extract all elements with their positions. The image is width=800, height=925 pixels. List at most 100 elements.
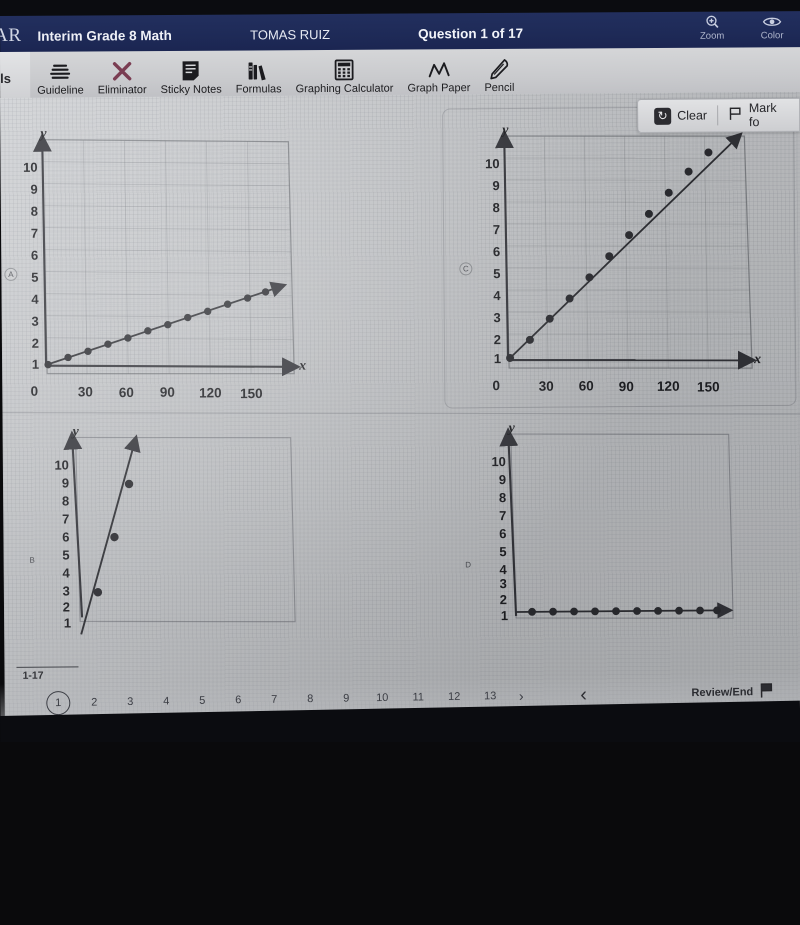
svg-text:3: 3: [31, 314, 38, 329]
pager-page-1[interactable]: 1: [46, 690, 71, 716]
answer-radio-a[interactable]: A: [4, 267, 18, 281]
svg-text:6: 6: [493, 244, 500, 259]
tools-tab[interactable]: ols: [0, 51, 31, 100]
pager-page-7[interactable]: 7: [256, 693, 292, 706]
svg-text:0: 0: [30, 384, 38, 399]
test-app-screenshot: AR Interim Grade 8 Math TOMAS RUIZ Quest…: [0, 0, 800, 925]
svg-text:120: 120: [657, 379, 680, 394]
review-end-label: Review/End: [691, 686, 754, 700]
svg-text:60: 60: [119, 385, 134, 400]
zigzag-icon: [427, 56, 451, 80]
pager-next-button[interactable]: ›: [508, 688, 534, 704]
svg-text:90: 90: [619, 379, 634, 394]
svg-text:10: 10: [23, 160, 38, 175]
question-work-area: ↻ Clear Mark fo A 10 9 8 7 6 5 4 3 2 1 0…: [0, 91, 800, 720]
pager-back-button[interactable]: ‹: [580, 683, 587, 706]
svg-text:1: 1: [64, 615, 71, 630]
color-tool-button[interactable]: Color: [750, 12, 794, 41]
pager-page-6[interactable]: 6: [220, 694, 256, 707]
svg-text:8: 8: [499, 490, 506, 505]
answer-option-a[interactable]: A 10 9 8 7 6 5 4 3 2 1 0 30 60 90 120 15…: [0, 117, 432, 416]
calculator-icon: [334, 57, 354, 81]
svg-text:4: 4: [493, 288, 501, 303]
answer-radio-d[interactable]: D: [462, 558, 475, 571]
pager-page-12[interactable]: 12: [436, 691, 472, 704]
toolbar-item-eliminator[interactable]: Eliminator: [90, 51, 153, 99]
svg-text:y: y: [507, 422, 516, 436]
graph-a: 10 9 8 7 6 5 4 3 2 1 0 30 60 90 120 150 x y: [20, 124, 312, 406]
answer-radio-c[interactable]: C: [459, 262, 473, 276]
svg-text:5: 5: [62, 547, 69, 562]
svg-text:3: 3: [493, 310, 500, 325]
svg-text:150: 150: [240, 386, 263, 401]
svg-text:30: 30: [78, 384, 93, 399]
pager-page-8[interactable]: 8: [292, 693, 328, 706]
svg-text:6: 6: [31, 248, 38, 263]
svg-text:5: 5: [499, 544, 506, 559]
toolbar-item-pencil[interactable]: Pencil: [477, 49, 521, 97]
pager-page-9[interactable]: 9: [328, 692, 364, 705]
svg-text:x: x: [298, 359, 306, 374]
svg-text:2: 2: [500, 592, 507, 607]
toolbar-label-sticky-notes: Sticky Notes: [160, 83, 222, 97]
flag-icon: [759, 682, 774, 702]
svg-text:4: 4: [62, 565, 70, 580]
toolbar-item-guideline[interactable]: Guideline: [30, 51, 91, 99]
svg-text:3: 3: [500, 576, 507, 591]
svg-text:2: 2: [63, 599, 70, 614]
answer-action-bar: ↻ Clear Mark fo: [637, 97, 800, 133]
answer-radio-b[interactable]: B: [26, 554, 39, 567]
svg-text:5: 5: [31, 270, 38, 285]
color-tool-label: Color: [760, 30, 784, 42]
svg-text:1: 1: [494, 351, 501, 366]
graph-c-svg: 10 9 8 7 6 5 4 3 2 1 0 30 60 90 120 150 x y: [485, 123, 761, 395]
svg-text:9: 9: [499, 472, 506, 487]
answer-option-c[interactable]: C 10 9 8 7 6 5 4 3 2 1 0 30 60 90 120 15…: [430, 102, 800, 413]
svg-text:2: 2: [32, 336, 39, 351]
svg-text:10: 10: [491, 454, 506, 469]
svg-text:3: 3: [63, 583, 70, 598]
toolbar-item-graph-paper[interactable]: Graph Paper: [400, 49, 477, 97]
svg-text:9: 9: [30, 182, 37, 197]
header-tools: Zoom Color: [690, 12, 794, 42]
answer-option-d[interactable]: D 10 9 8 7 6 5 432 1 y: [433, 418, 800, 671]
graph-c: 10 9 8 7 6 5 4 3 2 1 0 30 60 90 120 150 x y: [482, 120, 774, 402]
svg-text:9: 9: [62, 475, 69, 490]
pager-page-10[interactable]: 10: [364, 692, 400, 705]
pager-page-4[interactable]: 4: [148, 695, 184, 708]
test-title: Interim Grade 8 Math: [37, 27, 172, 44]
toolbar-item-formulas[interactable]: Formulas: [229, 50, 289, 98]
toolbar-item-graphing-calculator[interactable]: Graphing Calculator: [288, 50, 400, 99]
svg-text:x: x: [753, 352, 761, 367]
svg-text:9: 9: [492, 178, 499, 193]
svg-text:6: 6: [62, 529, 69, 544]
pager-page-13[interactable]: 13: [472, 690, 508, 703]
svg-text:4: 4: [499, 562, 507, 577]
toolbar-item-sticky-notes[interactable]: Sticky Notes: [153, 51, 228, 99]
pager-page-2[interactable]: 2: [76, 696, 112, 709]
svg-text:90: 90: [160, 385, 175, 400]
answer-option-b[interactable]: B 10 9 8 7 6 5 4 32 1 y: [3, 421, 435, 674]
toolbar-label-formulas: Formulas: [235, 83, 282, 96]
zoom-tool-button[interactable]: Zoom: [690, 13, 734, 42]
app-logo: AR: [0, 24, 22, 47]
question-counter: Question 1 of 17: [418, 25, 524, 41]
pager-page-5[interactable]: 5: [184, 695, 220, 708]
svg-text:150: 150: [697, 379, 720, 394]
clear-button[interactable]: ↻ Clear: [644, 99, 717, 132]
mark-for-review-button[interactable]: Mark fo: [718, 99, 793, 132]
flag-icon: [728, 106, 743, 124]
svg-text:7: 7: [62, 511, 69, 526]
svg-text:0: 0: [492, 378, 500, 393]
svg-text:y: y: [71, 425, 80, 439]
lines-icon: [49, 59, 71, 83]
zoom-tool-label: Zoom: [699, 30, 725, 42]
graph-b-svg: 10 9 8 7 6 5 4 32 1 y: [54, 425, 296, 635]
svg-text:y: y: [38, 127, 47, 142]
svg-text:4: 4: [31, 292, 39, 307]
review-end-button[interactable]: Review/End: [691, 682, 774, 703]
mark-button-label: Mark fo: [748, 100, 777, 130]
pager-page-3[interactable]: 3: [112, 696, 148, 709]
x-icon: [111, 58, 133, 82]
pager-page-11[interactable]: 11: [400, 691, 436, 704]
